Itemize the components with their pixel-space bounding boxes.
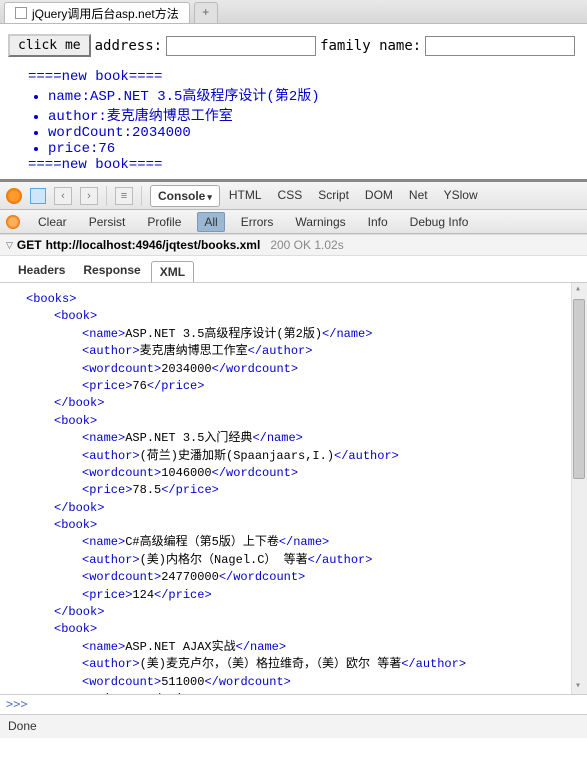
xml-line: </book> [26,604,575,621]
panel-tab-yslow[interactable]: YSlow [437,185,485,207]
xml-line: <books> [26,291,575,308]
scrollbar-thumb[interactable] [573,299,585,479]
detail-tab-headers[interactable]: Headers [10,260,73,282]
http-method: GET [17,238,42,252]
panel-tabs: ConsoleHTMLCSSScriptDOMNetYSlow [150,185,485,207]
family-name-label: family name: [320,38,421,54]
panel-tab-script[interactable]: Script [311,185,356,207]
xml-line: </book> [26,395,575,412]
xml-line: <author>(美)内格尔（Nagel.C） 等著</author> [26,552,575,569]
firebug-sub-toolbar: Clear Persist Profile All Errors Warnings Info… [0,210,587,234]
xml-line: <wordcount>1046000</wordcount> [26,465,575,482]
panel-tab-console[interactable]: Console [150,185,220,207]
break-icon[interactable] [6,215,20,229]
nav-back-button[interactable]: ‹ [54,187,72,205]
browser-tab[interactable]: jQuery调用后台asp.net方法 [4,2,190,23]
xml-line: <name>C#高级编程（第5版）上下卷</name> [26,534,575,551]
xml-line: <price>78.5</price> [26,482,575,499]
xml-line: <price>44</price> [26,691,575,694]
status-text: Done [8,719,37,733]
subtab-persist[interactable]: Persist [83,213,132,231]
separator [141,186,142,206]
status-bar: Done [0,714,587,738]
panel-tab-html[interactable]: HTML [222,185,269,207]
command-line[interactable]: >>> [0,694,587,714]
xml-line: <price>124</price> [26,587,575,604]
xml-line: <book> [26,621,575,638]
xml-line: <wordcount>24770000</wordcount> [26,569,575,586]
nav-forward-button[interactable]: › [80,187,98,205]
xml-line: <wordcount>511000</wordcount> [26,674,575,691]
xml-line: <name>ASP.NET AJAX实战</name> [26,639,575,656]
panel-tab-dom[interactable]: DOM [358,185,400,207]
xml-line: <name>ASP.NET 3.5高级程序设计(第2版)</name> [26,326,575,343]
book-output: ====new book==== name:ASP.NET 3.5高级程序设计(… [28,69,579,173]
address-label: address: [95,38,162,54]
book-item: price:76 [48,141,579,157]
subtab-clear[interactable]: Clear [32,213,73,231]
browser-tab-bar: jQuery调用后台asp.net方法 + [0,0,587,24]
nav-menu-button[interactable]: ≡ [115,187,133,205]
firebug-icon[interactable] [6,188,22,204]
cmd-prompt: >>> [6,697,28,711]
panel-tab-net[interactable]: Net [402,185,435,207]
xml-response-view: <books><book><name>ASP.NET 3.5高级程序设计(第2版… [0,282,587,694]
xml-line: <book> [26,517,575,534]
console-subtabs: Clear Persist Profile All Errors Warnings Info… [32,212,474,232]
xml-line: <wordcount>2034000</wordcount> [26,361,575,378]
xml-line: <book> [26,413,575,430]
book-item: name:ASP.NET 3.5高级程序设计(第2版) [48,85,579,105]
address-input[interactable] [166,36,316,56]
toggle-icon[interactable]: ▽ [6,240,13,251]
inspect-icon[interactable] [30,188,46,204]
new-tab-button[interactable]: + [194,2,218,23]
xml-line: <price>76</price> [26,378,575,395]
book-footer: ====new book==== [28,157,579,173]
subtab-errors[interactable]: Errors [235,213,280,231]
firebug-main-toolbar: ‹ › ≡ ConsoleHTMLCSSScriptDOMNetYSlow [0,182,587,210]
detail-tab-response[interactable]: Response [75,260,148,282]
xml-line: </book> [26,500,575,517]
tab-title: jQuery调用后台asp.net方法 [32,5,179,22]
family-name-input[interactable] [425,36,575,56]
book-item: wordCount:2034000 [48,125,579,141]
click-me-button[interactable]: click me [8,34,91,57]
page-content: click me address: family name: ====new b… [0,24,587,179]
detail-tab-xml[interactable]: XML [151,261,194,283]
subtab-info[interactable]: Info [362,213,394,231]
detail-tabs: HeadersResponseXML [0,256,587,282]
separator [106,186,107,206]
http-url: http://localhost:4946/jqtest/books.xml [46,238,261,252]
xml-line: <name>ASP.NET 3.5入门经典</name> [26,430,575,447]
book-item: author:麦克唐纳博思工作室 [48,105,579,125]
request-row[interactable]: ▽ GET http://localhost:4946/jqtest/books… [0,234,587,256]
subtab-warnings[interactable]: Warnings [289,213,351,231]
xml-line: <author>(美)麦克卢尔，（美）格拉维奇，（美）欧尔 等著</author… [26,656,575,673]
subtab-debug-info[interactable]: Debug Info [404,213,475,231]
subtab-all[interactable]: All [197,212,224,232]
http-status: 200 OK 1.02s [270,238,343,252]
xml-line: <author>麦克唐纳博思工作室</author> [26,343,575,360]
xml-line: <author>(荷兰)史潘加斯(Spaanjaars,I.)</author> [26,448,575,465]
xml-line: <book> [26,308,575,325]
subtab-profile[interactable]: Profile [141,213,187,231]
scrollbar[interactable] [571,283,587,694]
panel-tab-css[interactable]: CSS [271,185,310,207]
book-header: ====new book==== [28,69,579,85]
page-favicon [15,7,27,19]
